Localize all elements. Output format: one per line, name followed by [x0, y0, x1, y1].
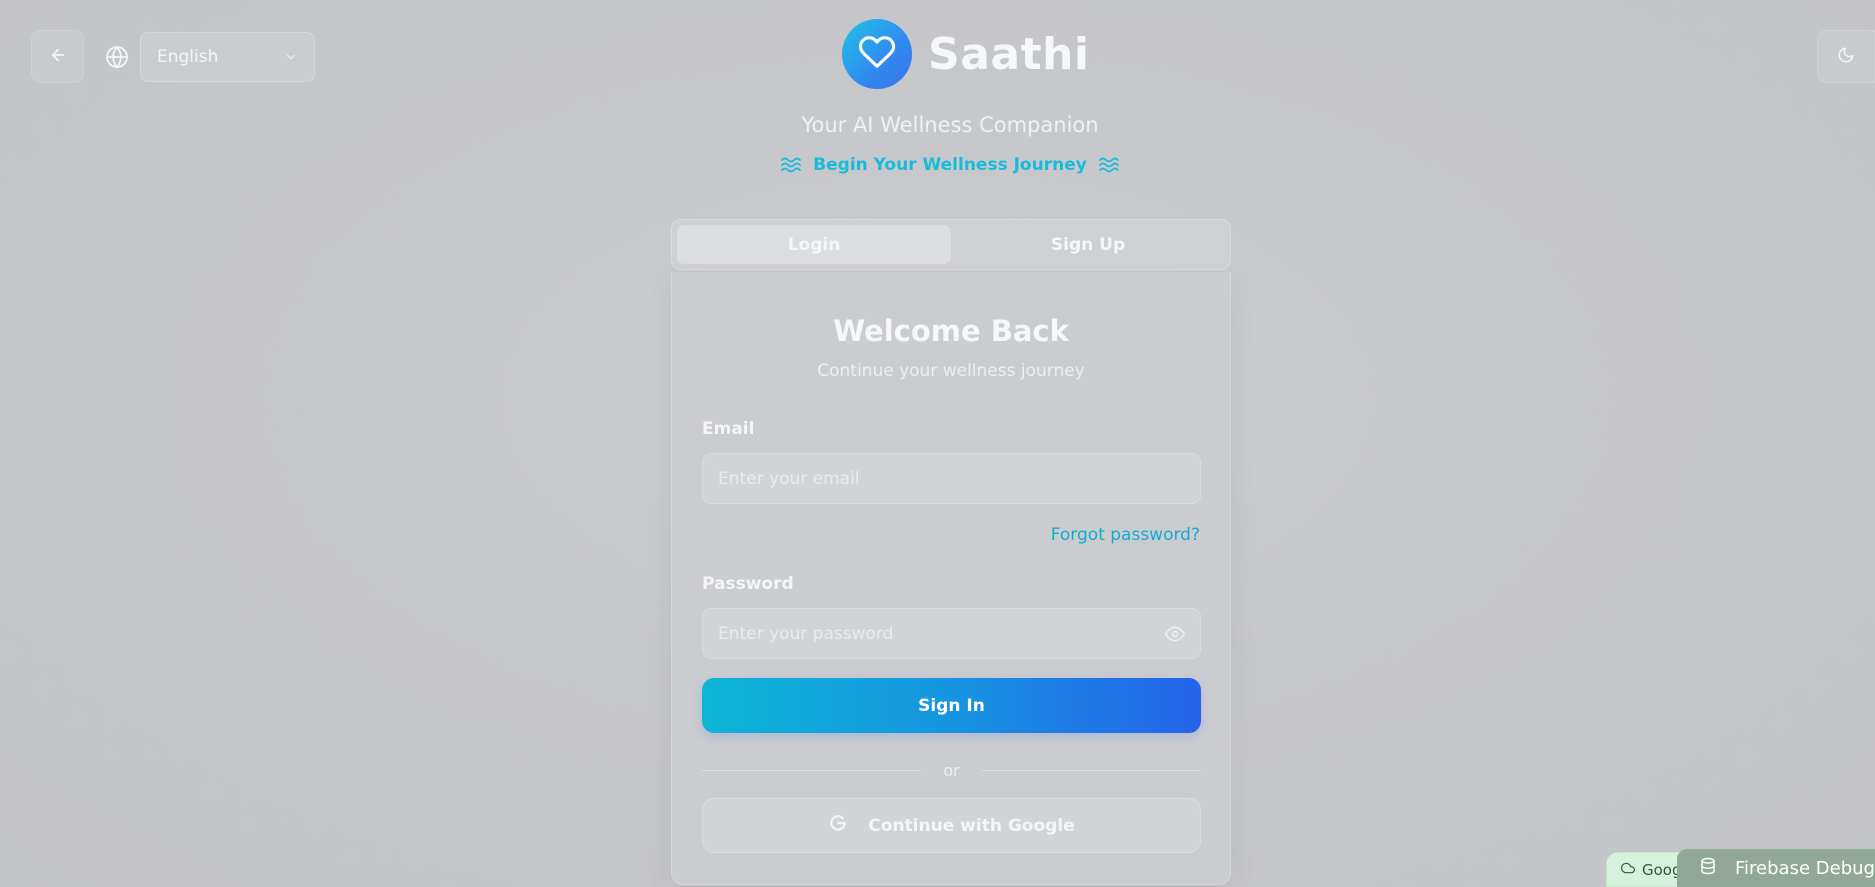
theme-toggle-button[interactable]	[1817, 30, 1875, 83]
google-button-label: Continue with Google	[868, 815, 1075, 836]
waves-icon	[1098, 157, 1119, 173]
firebase-debug-button[interactable]: Firebase Debug	[1677, 849, 1875, 887]
or-divider: or	[702, 760, 1201, 780]
login-card: Welcome Back Continue your wellness jour…	[671, 272, 1231, 885]
database-icon	[1699, 857, 1717, 880]
eye-icon[interactable]	[1165, 624, 1185, 644]
email-label: Email	[702, 419, 755, 439]
forgot-password-link[interactable]: Forgot password?	[1051, 525, 1200, 545]
password-field[interactable]: Enter your password	[702, 608, 1201, 659]
back-button[interactable]	[31, 30, 84, 83]
email-field[interactable]: Enter your email	[702, 453, 1201, 504]
cloud-icon	[1620, 861, 1635, 879]
moon-icon	[1837, 46, 1855, 68]
tab-login[interactable]: Login	[677, 225, 951, 264]
form-title: Welcome Back	[833, 314, 1069, 348]
password-label: Password	[702, 574, 794, 594]
brand: Saathi	[842, 19, 1090, 89]
password-placeholder: Enter your password	[718, 623, 894, 644]
firebase-debug-label: Firebase Debug	[1735, 857, 1875, 879]
google-sign-in-button[interactable]: Continue with Google	[702, 798, 1201, 853]
brand-name: Saathi	[928, 28, 1090, 80]
journey-banner: Begin Your Wellness Journey	[0, 155, 1875, 175]
brand-logo	[842, 19, 912, 89]
form-subtitle: Continue your wellness journey	[817, 361, 1085, 381]
email-placeholder: Enter your email	[718, 468, 860, 489]
divider-text: or	[943, 760, 960, 780]
heart-icon	[858, 33, 896, 75]
google-icon	[828, 813, 848, 838]
waves-icon	[781, 157, 802, 173]
chevron-down-icon	[284, 50, 298, 64]
journey-text: Begin Your Wellness Journey	[813, 155, 1087, 175]
arrow-left-icon	[49, 46, 67, 68]
tab-sign-up[interactable]: Sign Up	[951, 225, 1225, 264]
divider-line	[981, 769, 1201, 771]
sign-in-button[interactable]: Sign In	[702, 678, 1201, 733]
language-select[interactable]: English	[140, 32, 315, 82]
auth-tabs: Login Sign Up	[671, 219, 1231, 270]
language-select-value: English	[157, 47, 219, 67]
globe-icon	[104, 44, 130, 70]
divider-line	[702, 769, 922, 771]
tagline: Your AI Wellness Companion	[801, 113, 1099, 137]
